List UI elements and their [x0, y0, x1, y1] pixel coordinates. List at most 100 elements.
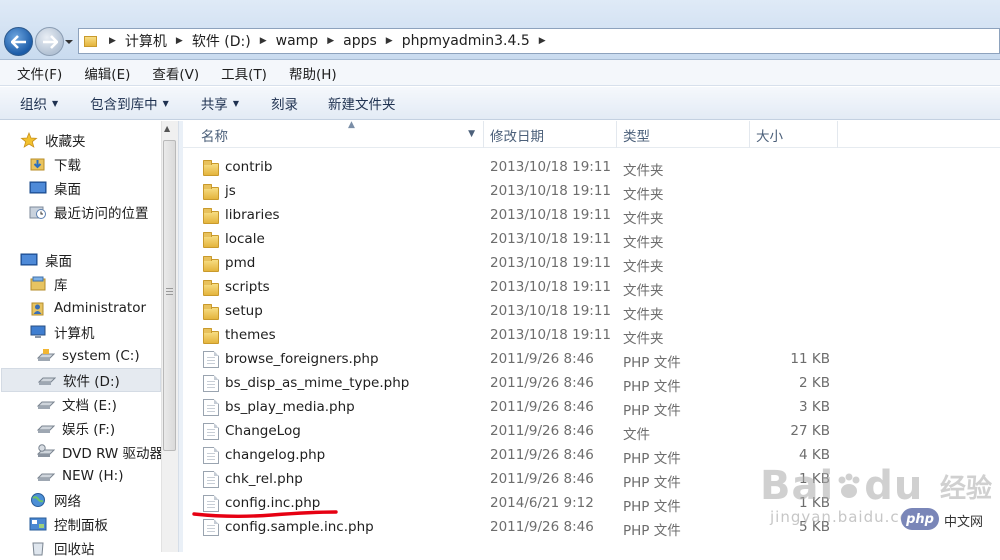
file-name: config.sample.inc.php: [225, 519, 374, 535]
breadcrumb-drive-d[interactable]: 软件 (D:): [190, 29, 253, 53]
nav-drive-d[interactable]: 软件 (D:): [1, 368, 161, 392]
burn-button[interactable]: 刻录: [271, 93, 298, 113]
column-header-date[interactable]: 修改日期: [484, 121, 617, 148]
file-row[interactable]: contrib 2013/10/18 19:11 文件夹: [183, 156, 1000, 180]
file-icon: [203, 519, 219, 536]
menu-edit[interactable]: 编辑(E): [79, 63, 135, 83]
scroll-up-arrow-icon[interactable]: ▲: [164, 124, 170, 133]
column-header-size[interactable]: 大小: [750, 121, 838, 148]
column-filter-dropdown-icon[interactable]: ▼: [468, 129, 475, 139]
column-name-label: 名称: [201, 128, 228, 145]
breadcrumb-separator-icon[interactable]: ▶: [327, 36, 334, 46]
dropdown-arrow-icon: ▼: [162, 98, 169, 108]
nav-network[interactable]: 网络: [29, 488, 81, 512]
arrow-left-icon: [10, 34, 26, 49]
include-in-library-button[interactable]: 包含到库中 ▼: [90, 93, 169, 113]
desktop-icon: [29, 180, 47, 196]
forward-button[interactable]: [35, 27, 64, 56]
recent-pages-dropdown-icon[interactable]: [64, 37, 74, 47]
file-name: changelog.php: [225, 447, 326, 463]
file-row[interactable]: ChangeLog 2011/9/26 8:46 文件 27 KB: [183, 420, 1000, 444]
breadcrumb-separator-icon[interactable]: ▶: [260, 36, 267, 46]
drive-icon: [36, 396, 56, 412]
share-button[interactable]: 共享 ▼: [201, 93, 239, 113]
file-modified-date: 2014/6/21 9:12: [490, 495, 594, 511]
drive-icon: [36, 468, 56, 484]
nav-favorites[interactable]: 收藏夹: [20, 128, 86, 152]
nav-label: 软件 (D:): [63, 374, 120, 390]
file-type: PHP 文件: [623, 475, 681, 491]
file-row[interactable]: bs_play_media.php 2011/9/26 8:46 PHP 文件 3 K…: [183, 396, 1000, 420]
breadcrumb-separator-icon[interactable]: ▶: [539, 36, 546, 46]
file-row[interactable]: themes 2013/10/18 19:11 文件夹: [183, 324, 1000, 348]
file-type: 文件夹: [623, 235, 664, 251]
nav-label: NEW (H:): [62, 468, 124, 484]
nav-drive-e[interactable]: 文档 (E:): [36, 392, 117, 416]
file-row[interactable]: changelog.php 2011/9/26 8:46 PHP 文件 4 KB: [183, 444, 1000, 468]
file-icon: [203, 423, 219, 440]
column-header-name[interactable]: 名称 ▲ ▼: [197, 121, 484, 148]
file-type: PHP 文件: [623, 379, 681, 395]
network-icon: [29, 492, 47, 508]
file-row[interactable]: chk_rel.php 2011/9/26 8:46 PHP 文件 1 KB: [183, 468, 1000, 492]
address-box[interactable]: ▶ 计算机 ▶ 软件 (D:) ▶ wamp ▶ apps ▶ phpmyadm…: [78, 28, 1000, 54]
nav-label: 桌面: [54, 182, 81, 198]
file-row[interactable]: pmd 2013/10/18 19:11 文件夹: [183, 252, 1000, 276]
breadcrumb-separator-icon[interactable]: ▶: [386, 36, 393, 46]
breadcrumb-apps[interactable]: apps: [341, 29, 379, 53]
nav-computer[interactable]: 计算机: [29, 320, 95, 344]
breadcrumb-wamp[interactable]: wamp: [274, 29, 321, 53]
nav-label: 网络: [54, 494, 81, 510]
column-header-type[interactable]: 类型: [617, 121, 750, 148]
breadcrumb-separator-icon[interactable]: ▶: [176, 36, 183, 46]
breadcrumb-separator-icon[interactable]: ▶: [109, 36, 116, 46]
folder-icon: [203, 280, 219, 296]
file-name: contrib: [225, 159, 273, 175]
file-row[interactable]: browse_foreigners.php 2011/9/26 8:46 PHP 文…: [183, 348, 1000, 372]
include-in-library-label: 包含到库中: [90, 97, 158, 113]
nav-drive-h[interactable]: NEW (H:): [36, 464, 124, 488]
downloads-icon: [29, 156, 47, 172]
nav-downloads[interactable]: 下载: [29, 152, 81, 176]
nav-libraries[interactable]: 库: [29, 272, 68, 296]
organize-button[interactable]: 组织 ▼: [20, 93, 58, 113]
folder-icon: [203, 304, 219, 320]
file-type: 文件夹: [623, 187, 664, 203]
file-row[interactable]: libraries 2013/10/18 19:11 文件夹: [183, 204, 1000, 228]
menu-bar: 文件(F) 编辑(E) 查看(V) 工具(T) 帮助(H): [0, 60, 1000, 86]
nav-drive-c[interactable]: system (C:): [36, 344, 140, 368]
nav-dvd-drive[interactable]: DVD RW 驱动器: [36, 440, 163, 464]
nav-recycle-bin[interactable]: 回收站: [29, 536, 95, 560]
recycle-bin-icon: [29, 540, 47, 556]
back-button[interactable]: [4, 27, 33, 56]
menu-help[interactable]: 帮助(H): [284, 63, 342, 83]
file-row[interactable]: setup 2013/10/18 19:11 文件夹: [183, 300, 1000, 324]
file-row[interactable]: bs_disp_as_mime_type.php 2011/9/26 8:46 PH…: [183, 372, 1000, 396]
file-row[interactable]: js 2013/10/18 19:11 文件夹: [183, 180, 1000, 204]
nav-drive-f[interactable]: 娱乐 (F:): [36, 416, 115, 440]
nav-label: 收藏夹: [45, 134, 86, 150]
php-site-name: 中文网: [944, 515, 984, 530]
file-row[interactable]: scripts 2013/10/18 19:11 文件夹: [183, 276, 1000, 300]
command-bar: 组织 ▼ 包含到库中 ▼ 共享 ▼ 刻录 新建文件夹: [0, 87, 1000, 120]
file-modified-date: 2013/10/18 19:11: [490, 207, 612, 223]
breadcrumb-phpmyadmin[interactable]: phpmyadmin3.4.5: [400, 29, 532, 53]
nav-desktop-fav[interactable]: 桌面: [29, 176, 81, 200]
nav-desktop[interactable]: 桌面: [20, 248, 72, 272]
nav-control-panel[interactable]: 控制面板: [29, 512, 108, 536]
breadcrumb-computer[interactable]: 计算机: [123, 29, 169, 53]
menu-tools[interactable]: 工具(T): [216, 63, 272, 83]
folder-icon: [203, 232, 219, 248]
new-folder-button[interactable]: 新建文件夹: [328, 93, 396, 113]
nav-recent-places[interactable]: 最近访问的位置: [29, 200, 149, 224]
file-modified-date: 2013/10/18 19:11: [490, 183, 612, 199]
menu-view[interactable]: 查看(V): [147, 63, 204, 83]
file-modified-date: 2011/9/26 8:46: [490, 471, 594, 487]
file-modified-date: 2011/9/26 8:46: [490, 375, 594, 391]
menu-file[interactable]: 文件(F): [12, 63, 67, 83]
file-size: 2 KB: [799, 375, 830, 391]
file-row[interactable]: locale 2013/10/18 19:11 文件夹: [183, 228, 1000, 252]
nav-administrator[interactable]: Administrator: [29, 296, 146, 320]
file-type: 文件夹: [623, 259, 664, 275]
file-size: 5 KB: [799, 519, 830, 535]
